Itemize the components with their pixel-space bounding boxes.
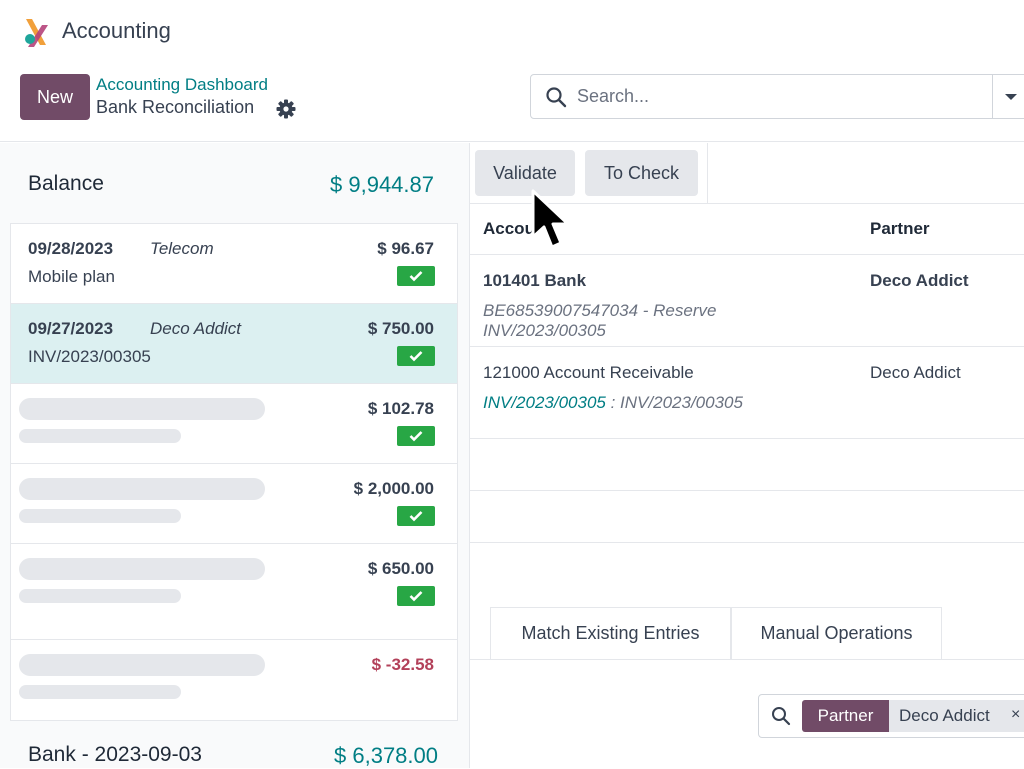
chevron-down-icon[interactable] bbox=[1005, 94, 1017, 100]
search-divider bbox=[992, 75, 993, 118]
placeholder-bar bbox=[19, 654, 265, 676]
list-item[interactable]: 09/28/2023 Telecom Mobile plan $ 96.67 bbox=[11, 224, 457, 304]
search-icon bbox=[546, 87, 567, 108]
placeholder-bar bbox=[19, 429, 181, 443]
search-icon bbox=[772, 707, 791, 726]
check-icon bbox=[397, 426, 435, 446]
placeholder-bar bbox=[19, 398, 265, 420]
statement-amount: $ 750.00 bbox=[367, 319, 434, 338]
empty-row bbox=[470, 491, 1024, 543]
match-search-bar[interactable]: Partner Deco Addict × bbox=[758, 694, 1024, 738]
statement-ref: Mobile plan bbox=[28, 267, 115, 286]
check-icon bbox=[397, 586, 435, 606]
invoice-link[interactable]: INV/2023/00305 bbox=[483, 393, 606, 412]
list-item[interactable]: $ 2,000.00 bbox=[11, 464, 457, 544]
placeholder-bar bbox=[19, 589, 181, 603]
list-item-selected[interactable]: 09/27/2023 Deco Addict INV/2023/00305 $ … bbox=[11, 304, 457, 384]
app-logo-icon[interactable] bbox=[22, 17, 50, 47]
list-item[interactable]: $ 102.78 bbox=[11, 384, 457, 464]
line-label-1: BE68539007547034 - Reserve bbox=[483, 301, 717, 320]
statement-amount: $ 102.78 bbox=[367, 399, 434, 418]
statement-list: 09/28/2023 Telecom Mobile plan $ 96.67 0… bbox=[10, 223, 458, 721]
column-account[interactable]: Accou bbox=[483, 219, 535, 239]
statement-amount: $ 2,000.00 bbox=[353, 479, 434, 498]
close-icon[interactable]: × bbox=[1011, 706, 1020, 724]
app-title[interactable]: Accounting bbox=[62, 18, 171, 44]
action-buttons: Validate To Check bbox=[470, 143, 708, 203]
new-button[interactable]: New bbox=[20, 74, 90, 120]
balance-amount: $ 9,944.87 bbox=[330, 172, 434, 197]
list-item[interactable]: $ -32.58 bbox=[11, 640, 457, 720]
gear-icon[interactable] bbox=[276, 99, 296, 119]
statement-ref: INV/2023/00305 bbox=[28, 347, 151, 366]
line-label: BE68539007547034 - Reserve INV/2023/0030… bbox=[483, 301, 716, 341]
facet-label: Partner bbox=[802, 700, 889, 732]
breadcrumb-current: Bank Reconciliation bbox=[96, 97, 255, 117]
top-bar: Accounting bbox=[0, 0, 1024, 62]
statement-amount: $ -32.58 bbox=[371, 655, 434, 674]
statement-partner: Deco Addict bbox=[150, 319, 242, 338]
balance-label: Balance bbox=[28, 172, 104, 195]
line-label-text: : INV/2023/00305 bbox=[605, 393, 743, 412]
tab-manual-operations[interactable]: Manual Operations bbox=[731, 607, 942, 660]
breadcrumb-accounting-dashboard[interactable]: Accounting Dashboard bbox=[96, 75, 268, 95]
line-partner: Deco Addict bbox=[870, 271, 969, 290]
check-icon bbox=[397, 346, 435, 366]
statement-date: 09/28/2023 bbox=[28, 239, 114, 258]
statement-date: 09/27/2023 bbox=[28, 319, 114, 338]
bank-statement-label: Bank - 2023-09-03 bbox=[28, 743, 202, 766]
statement-amount: $ 650.00 bbox=[367, 559, 434, 578]
empty-row bbox=[470, 439, 1024, 491]
column-partner[interactable]: Partner bbox=[870, 219, 930, 239]
placeholder-bar bbox=[19, 558, 265, 580]
line-account: 101401 Bank bbox=[483, 271, 587, 290]
placeholder-bar bbox=[19, 478, 265, 500]
check-icon bbox=[397, 506, 435, 526]
table-row[interactable]: 101401 Bank Deco Addict BE68539007547034… bbox=[470, 255, 1024, 347]
search-bar[interactable] bbox=[530, 74, 1024, 119]
control-panel: New Accounting Dashboard Bank Reconcilia… bbox=[0, 62, 1024, 142]
table-row[interactable]: 121000 Account Receivable Deco Addict IN… bbox=[470, 347, 1024, 439]
placeholder-bar bbox=[19, 509, 181, 523]
statement-amount: $ 96.67 bbox=[377, 239, 434, 258]
tab-divider bbox=[470, 659, 1024, 660]
mouse-pointer-icon bbox=[531, 189, 570, 249]
bank-statement-amount: $ 6,378.00 bbox=[334, 743, 438, 768]
lines-table: Accou Partner 101401 Bank Deco Addict BE… bbox=[470, 203, 1024, 593]
check-icon bbox=[397, 266, 435, 286]
tab-match-existing-entries[interactable]: Match Existing Entries bbox=[490, 607, 731, 660]
statement-panel: Balance $ 9,944.87 09/28/2023 Telecom Mo… bbox=[0, 143, 470, 768]
statement-partner: Telecom bbox=[150, 239, 214, 258]
line-partner: Deco Addict bbox=[870, 363, 961, 382]
to-check-button[interactable]: To Check bbox=[585, 150, 698, 196]
placeholder-bar bbox=[19, 685, 181, 699]
list-item[interactable]: $ 650.00 bbox=[11, 544, 457, 640]
line-account: 121000 Account Receivable bbox=[483, 363, 694, 382]
line-label-2: INV/2023/00305 bbox=[483, 321, 606, 340]
facet-value: Deco Addict bbox=[889, 700, 1024, 732]
search-input[interactable] bbox=[577, 75, 987, 118]
line-label: INV/2023/00305 : INV/2023/00305 bbox=[483, 393, 743, 413]
